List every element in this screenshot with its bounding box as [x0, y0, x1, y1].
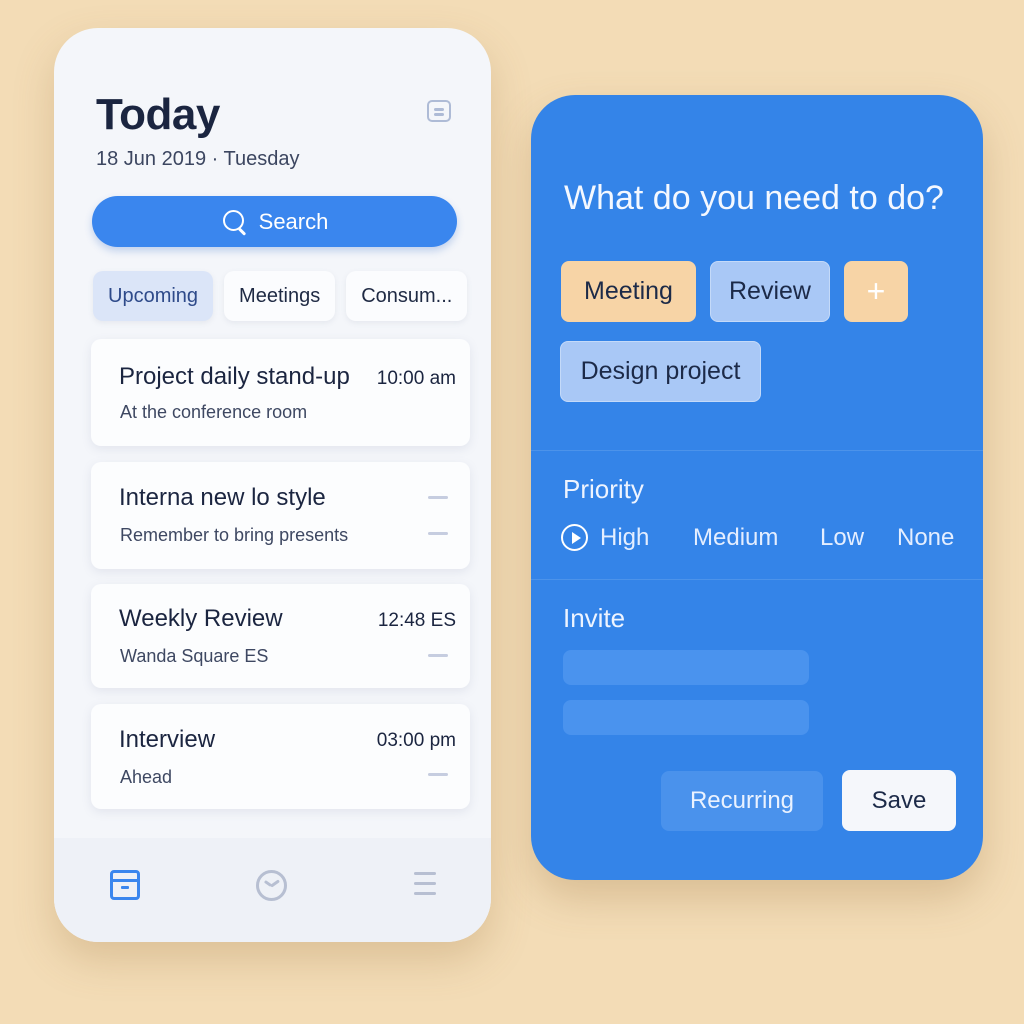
today-screen: Today 18 Jun 2019 · Tuesday Search Upcom… [54, 28, 491, 942]
event-time: 03:00 pm [376, 730, 456, 751]
tab-meetings[interactable]: Meetings [224, 271, 336, 321]
event-card[interactable]: Interview 03:00 pm Ahead [91, 704, 470, 809]
event-title: Interna new lo style [119, 484, 326, 511]
invite-field[interactable] [563, 650, 809, 685]
priority-high-label: High [600, 524, 650, 551]
priority-medium[interactable]: Medium [693, 520, 778, 556]
bottom-nav [54, 838, 491, 942]
event-subtitle: Wanda Square ES [120, 646, 269, 666]
priority-high[interactable]: High [561, 520, 649, 556]
event-title: Interview [119, 726, 216, 753]
event-card[interactable]: Interna new lo style Remember to bring p… [91, 462, 470, 569]
invite-label: Invite [563, 603, 626, 633]
chip-review[interactable]: Review [710, 261, 830, 322]
tab-consumables[interactable]: Consum... [346, 271, 468, 321]
search-label: Search [258, 208, 329, 234]
recurring-button[interactable]: Recurring [661, 771, 823, 831]
date-label: 18 Jun 2019 · Tuesday [96, 148, 300, 170]
dash-icon [428, 773, 448, 776]
priority-none[interactable]: None [897, 520, 954, 556]
save-button[interactable]: Save [842, 770, 956, 831]
event-subtitle: At the conference room [120, 402, 308, 422]
search-button[interactable]: Search [92, 196, 457, 247]
page-title: Today [96, 90, 220, 139]
tab-upcoming[interactable]: Upcoming [93, 271, 214, 321]
search-icon [221, 208, 249, 236]
clock-icon[interactable] [256, 870, 287, 901]
priority-low[interactable]: Low [820, 520, 864, 556]
event-title: Project daily stand-up [119, 363, 350, 390]
divider [531, 450, 983, 451]
event-title: Weekly Review [119, 605, 283, 632]
priority-label: Priority [563, 474, 644, 504]
new-task-panel: What do you need to do? Meeting Review +… [531, 95, 983, 880]
event-card[interactable]: Project daily stand-up 10:00 am At the c… [91, 339, 470, 446]
dash-icon [428, 496, 448, 499]
chip-design-project[interactable]: Design project [560, 341, 761, 402]
divider [531, 579, 983, 580]
menu-icon[interactable] [427, 100, 451, 122]
event-time: 10:00 am [376, 368, 456, 389]
dash-icon [428, 532, 448, 535]
list-icon[interactable] [414, 872, 436, 898]
event-subtitle: Ahead [120, 767, 173, 787]
panel-title: What do you need to do? [564, 179, 944, 217]
chip-meeting[interactable]: Meeting [561, 261, 696, 322]
filter-tabs: Upcoming Meetings Consum... [93, 271, 468, 321]
event-subtitle: Remember to bring presents [120, 525, 349, 545]
dash-icon [428, 654, 448, 657]
invite-field[interactable] [563, 700, 809, 735]
play-radio-icon [561, 524, 588, 551]
event-time: 12:48 ES [377, 610, 456, 631]
add-chip-button[interactable]: + [844, 261, 908, 322]
inbox-icon[interactable] [110, 870, 140, 900]
event-card[interactable]: Weekly Review 12:48 ES Wanda Square ES [91, 584, 470, 688]
